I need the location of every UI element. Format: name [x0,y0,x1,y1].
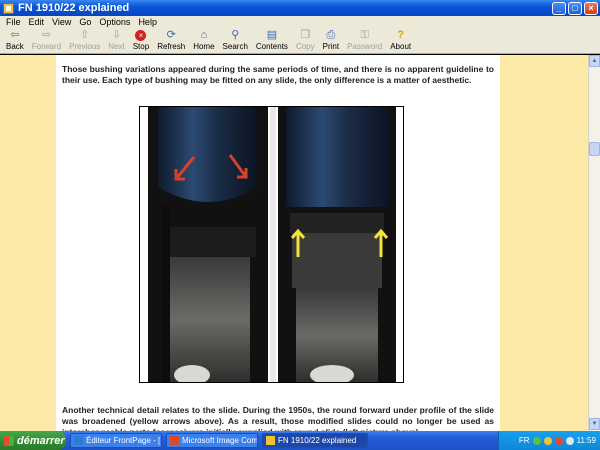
window-title: FN 1910/22 explained [18,2,130,14]
contents-icon: ▤ [266,29,278,41]
about-button[interactable]: ? About [386,29,415,53]
menu-go[interactable]: Go [75,17,95,27]
menu-view[interactable]: View [48,17,75,27]
copy-button: ❐ Copy [292,29,319,53]
copy-icon: ❐ [300,29,311,41]
vertical-scrollbar[interactable]: ▲ ▼ [588,55,600,431]
toolbar-label: Forward [31,42,62,51]
taskbar: démarrer Éditeur FrontPage - [... Microso… [0,431,600,450]
app-icon [266,436,275,445]
toolbar-label: Search [222,42,248,51]
stop-button[interactable]: × Stop [129,29,153,53]
down-arrow-icon: ⇩ [111,29,122,41]
page-border-right [500,55,588,431]
back-button[interactable]: ⇦ Back [2,29,28,53]
refresh-button[interactable]: ⟳ Refresh [153,29,189,53]
contents-button[interactable]: ▤ Contents [252,29,292,53]
about-icon: ? [397,29,405,41]
menu-help[interactable]: Help [134,17,161,27]
toolbar-label: Contents [255,42,288,51]
network-icon[interactable] [532,436,541,445]
paragraph-slide: Another technical detail relates to the … [62,405,494,431]
forward-arrow-icon: ⇨ [41,29,52,41]
language-indicator[interactable]: FR [519,436,530,445]
clock: 11:59 [576,436,596,445]
toolbar-label: Next [108,42,125,51]
print-icon: ⎙ [326,29,336,41]
toolbar-label: Stop [132,42,150,51]
toolbar-label: Home [193,42,215,51]
menu-options[interactable]: Options [95,17,134,27]
help-content: Those bushing variations appeared during… [0,55,588,431]
password-button: ⚿ Password [343,29,386,53]
scroll-up-icon[interactable]: ▲ [589,55,600,67]
toolbar-label: Password [347,42,383,51]
close-button[interactable]: × [584,1,598,15]
security-icon[interactable] [554,436,563,445]
taskbar-item[interactable]: FN 1910/22 explained [262,433,368,448]
toolbar-label: Print [322,42,340,51]
minimize-button[interactable]: _ [552,1,566,15]
password-icon: ⚿ [360,29,369,41]
toolbar-label: Previous [69,42,101,51]
forward-button: ⇨ Forward [28,29,65,53]
search-button[interactable]: ⚲ Search [219,29,252,53]
print-button[interactable]: ⎙ Print [319,29,343,53]
toolbar-label: Back [6,42,24,51]
volume-icon[interactable] [565,436,574,445]
menu-file[interactable]: File [2,17,25,27]
title-bar: FN 1910/22 explained _ □ × [0,0,600,16]
paragraph-bushing: Those bushing variations appeared during… [62,64,494,85]
maximize-button[interactable]: □ [568,1,582,15]
photo-drawing [148,107,396,385]
toolbar: ⇦ Back ⇨ Forward ⇧ Previous ⇩ Next × Stop ⟳ Refresh… [0,28,600,54]
scroll-thumb[interactable] [589,142,600,156]
system-tray: FR 11:59 [498,431,600,450]
windows-logo-icon [4,435,14,446]
toolbar-label: About [390,42,412,51]
app-icon [3,2,14,14]
taskbar-item-label: Microsoft Image Com... [182,436,258,445]
start-button[interactable]: démarrer [0,431,66,450]
scroll-down-icon[interactable]: ▼ [589,418,600,430]
slide-comparison-photo [139,106,404,385]
messenger-icon[interactable] [543,436,552,445]
taskbar-item-label: Éditeur FrontPage - [... [86,436,162,445]
home-icon: ⌂ [200,29,208,41]
next-button: ⇩ Next [104,29,128,53]
menu-edit[interactable]: Edit [25,17,49,27]
menu-bar: File Edit View Go Options Help [0,16,600,28]
start-label: démarrer [17,434,65,447]
taskbar-item[interactable]: Microsoft Image Com... [166,433,258,448]
stop-icon: × [135,30,147,41]
toolbar-label: Refresh [157,42,186,51]
search-icon: ⚲ [231,29,240,41]
refresh-icon: ⟳ [166,29,176,41]
app-icon [74,436,83,445]
page-border-left [0,55,56,431]
back-arrow-icon: ⇦ [10,29,20,41]
up-arrow-icon: ⇧ [80,29,90,41]
app-icon [170,436,179,445]
toolbar-label: Copy [295,42,315,51]
home-button[interactable]: ⌂ Home [189,29,218,53]
taskbar-item[interactable]: Éditeur FrontPage - [... [70,433,162,448]
taskbar-item-label: FN 1910/22 explained [278,436,357,445]
previous-button: ⇧ Previous [65,29,104,53]
